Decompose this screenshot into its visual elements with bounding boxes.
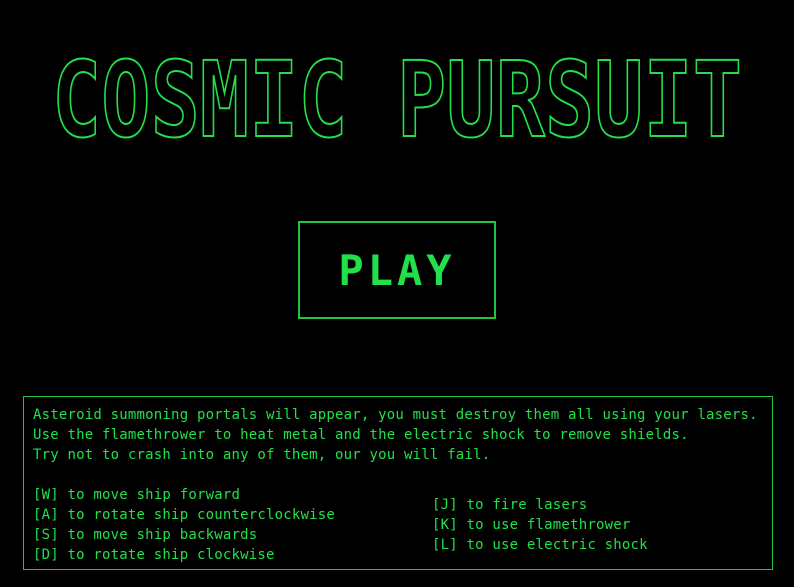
play-button-label: PLAY (338, 245, 456, 295)
play-button[interactable]: PLAY (298, 221, 496, 319)
movement-controls: [W] to move ship forward [A] to rotate s… (33, 485, 335, 565)
intro-line: Use the flamethrower to heat metal and t… (33, 427, 689, 443)
control-line-s: [S] to move ship backwards (33, 527, 258, 543)
control-line-l: [L] to use electric shock (432, 537, 648, 553)
intro-line: Asteroid summoning portals will appear, … (33, 407, 758, 423)
instructions-panel: Asteroid summoning portals will appear, … (23, 396, 773, 570)
control-line-j: [J] to fire lasers (432, 497, 588, 513)
control-line-d: [D] to rotate ship clockwise (33, 547, 275, 563)
control-line-a: [A] to rotate ship counterclockwise (33, 507, 336, 523)
game-title-text: COSMIC PURSUIT (52, 44, 742, 154)
intro-line: Try not to crash into any of them, our y… (33, 447, 491, 463)
control-line-w: [W] to move ship forward (33, 487, 241, 503)
weapon-controls: [J] to fire lasers [K] to use flamethrow… (432, 495, 648, 555)
game-title-graphic: COSMIC PURSUIT (51, 38, 743, 162)
game-title: COSMIC PURSUIT (0, 38, 794, 162)
control-line-k: [K] to use flamethrower (432, 517, 631, 533)
instructions-intro: Asteroid summoning portals will appear, … (33, 405, 758, 465)
